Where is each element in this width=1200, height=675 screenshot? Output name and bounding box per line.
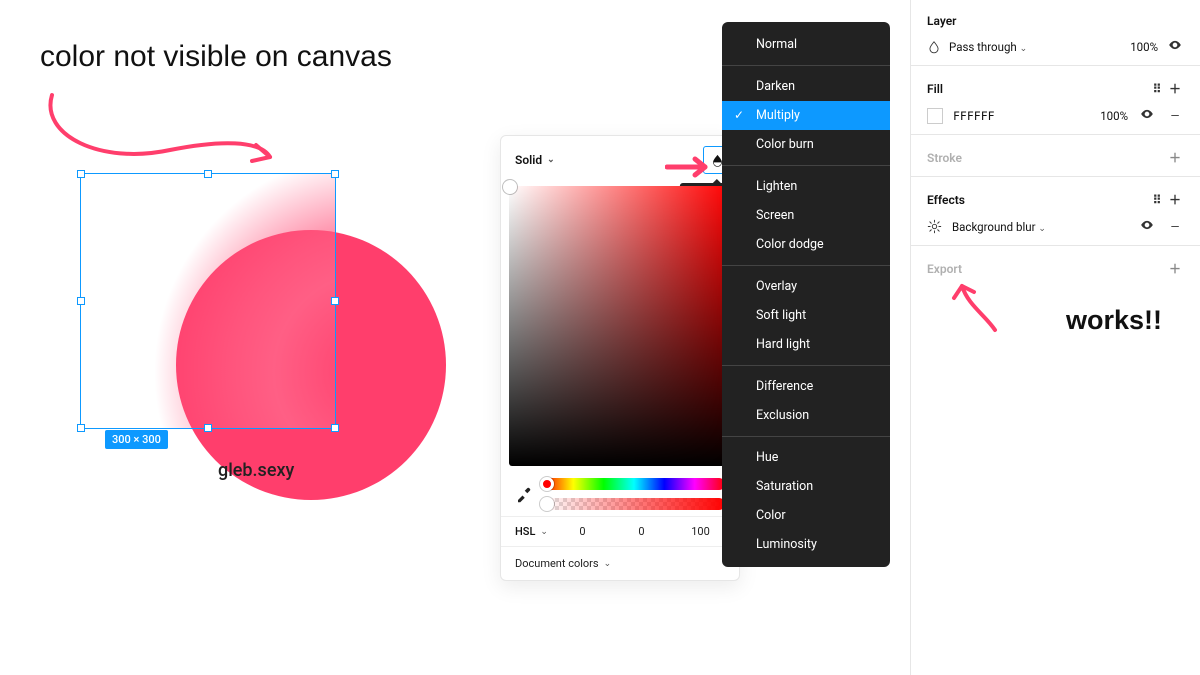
blend-mode-option[interactable]: Overlay	[722, 272, 890, 301]
resize-handle[interactable]	[77, 424, 85, 432]
saturation-value-box[interactable]	[509, 186, 731, 466]
blend-mode-option[interactable]: Screen	[722, 201, 890, 230]
stroke-section: Stroke ＋	[911, 135, 1200, 177]
effects-section: Effects ⠿ ＋ Background blur ⌄	[911, 177, 1200, 246]
menu-separator	[722, 265, 890, 266]
blend-mode-option[interactable]: Hue	[722, 443, 890, 472]
resize-handle[interactable]	[77, 297, 85, 305]
stroke-section-title: Stroke	[927, 151, 962, 165]
eyedropper-icon[interactable]	[515, 485, 533, 503]
resize-handle[interactable]	[204, 424, 212, 432]
canvas-area: color not visible on canvas 300 × 300 gl…	[0, 0, 490, 675]
hue-slider[interactable]	[543, 478, 725, 490]
plus-icon[interactable]: ＋	[1166, 191, 1184, 208]
resize-handle[interactable]	[77, 170, 85, 178]
menu-separator	[722, 65, 890, 66]
color-model-dropdown[interactable]: HSL ⌄	[515, 525, 548, 538]
fill-opacity-value[interactable]: 100%	[1100, 109, 1128, 123]
fill-hex-value[interactable]: FFFFFF	[953, 109, 995, 123]
blend-mode-option[interactable]: Luminosity	[722, 530, 890, 559]
minus-icon[interactable]: —	[1166, 220, 1184, 234]
fill-type-label: Solid	[515, 153, 542, 167]
resize-handle[interactable]	[331, 297, 339, 305]
document-colors-dropdown[interactable]: Document colors ⌄	[501, 546, 739, 574]
chevron-down-icon: ⌄	[604, 559, 612, 569]
background-blur-preview	[81, 174, 335, 428]
blend-mode-option[interactable]: Multiply	[722, 101, 890, 130]
fill-section-title: Fill	[927, 82, 943, 96]
fill-swatch[interactable]	[927, 108, 943, 124]
eye-icon[interactable]	[1138, 218, 1156, 235]
blend-mode-option[interactable]: Hard light	[722, 330, 890, 359]
chevron-down-icon: ⌄	[1020, 44, 1028, 54]
plus-icon[interactable]: ＋	[1166, 80, 1184, 97]
styles-icon[interactable]: ⠿	[1148, 193, 1166, 207]
fill-section: Fill ⠿ ＋ FFFFFF 100% —	[911, 66, 1200, 135]
eye-icon[interactable]	[1138, 107, 1156, 124]
chevron-down-icon: ⌄	[1038, 224, 1046, 234]
eye-icon[interactable]	[1166, 38, 1184, 55]
blend-mode-option[interactable]: Color burn	[722, 130, 890, 159]
layer-opacity-value[interactable]: 100%	[1130, 40, 1158, 54]
resize-handle[interactable]	[331, 170, 339, 178]
annotation-works: works!!	[1066, 305, 1162, 336]
plus-icon[interactable]: ＋	[1166, 149, 1184, 166]
hsl-h-value[interactable]: 0	[558, 525, 607, 538]
document-colors-label: Document colors	[515, 557, 599, 570]
hsl-s-value[interactable]: 0	[617, 525, 666, 538]
menu-separator	[722, 365, 890, 366]
arrow-blend-to-menu	[665, 155, 715, 179]
styles-icon[interactable]: ⠿	[1148, 82, 1166, 96]
hue-handle[interactable]	[540, 477, 554, 491]
minus-icon[interactable]: —	[1166, 109, 1184, 123]
sun-icon[interactable]	[927, 219, 942, 234]
droplet-outline-icon	[927, 40, 941, 54]
blend-mode-option[interactable]: Normal	[722, 30, 890, 59]
resize-handle[interactable]	[204, 170, 212, 178]
layer-blend-dropdown[interactable]: Pass through ⌄	[949, 40, 1027, 54]
annotation-not-visible: color not visible on canvas	[40, 40, 392, 74]
arrow-works	[940, 270, 1010, 340]
watermark: gleb.sexy	[218, 460, 294, 481]
plus-icon[interactable]: ＋	[1166, 260, 1184, 277]
color-model-label: HSL	[515, 525, 535, 538]
blend-mode-option[interactable]: Darken	[722, 72, 890, 101]
menu-separator	[722, 165, 890, 166]
selection-size-badge: 300 × 300	[105, 430, 168, 449]
blend-mode-option[interactable]: Exclusion	[722, 401, 890, 430]
blend-mode-option[interactable]: Lighten	[722, 172, 890, 201]
layer-section-title: Layer	[927, 14, 957, 28]
blend-mode-option[interactable]: Color	[722, 501, 890, 530]
effect-type-dropdown[interactable]: Background blur ⌄	[952, 220, 1046, 234]
effects-section-title: Effects	[927, 193, 965, 207]
resize-handle[interactable]	[331, 424, 339, 432]
chevron-down-icon: ⌄	[547, 155, 555, 165]
blend-mode-menu: Normal DarkenMultiplyColor burn LightenScr…	[722, 22, 890, 567]
blend-mode-option[interactable]: Saturation	[722, 472, 890, 501]
sv-handle[interactable]	[503, 180, 517, 194]
fill-type-dropdown[interactable]: Solid ⌄	[515, 153, 555, 167]
arrow-curly-top	[40, 85, 280, 185]
menu-separator	[722, 436, 890, 437]
blend-mode-option[interactable]: Difference	[722, 372, 890, 401]
blend-mode-option[interactable]: Color dodge	[722, 230, 890, 259]
blend-mode-option[interactable]: Soft light	[722, 301, 890, 330]
alpha-slider[interactable]	[543, 498, 725, 510]
layer-section: Layer Pass through ⌄ 100%	[911, 0, 1200, 66]
hsl-l-value[interactable]: 100	[676, 525, 725, 538]
alpha-handle[interactable]	[540, 497, 554, 511]
color-picker-panel: Solid ⌄ Blend mode HSL ⌄	[500, 135, 740, 581]
selection-rect[interactable]	[80, 173, 336, 429]
chevron-down-icon: ⌄	[540, 527, 548, 537]
